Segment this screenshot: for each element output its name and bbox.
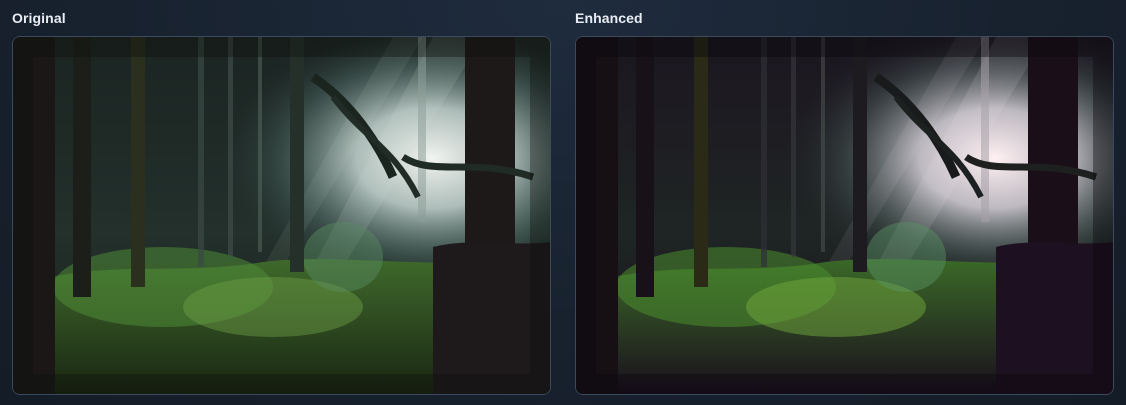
original-image	[12, 36, 551, 395]
enhanced-image	[575, 36, 1114, 395]
original-label: Original	[12, 10, 66, 26]
enhanced-label: Enhanced	[575, 10, 643, 26]
